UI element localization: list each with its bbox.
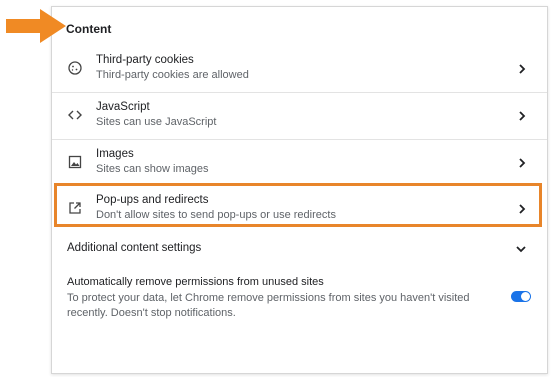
auto-remove-toggle[interactable] [511, 291, 531, 302]
row-subtitle: Don't allow sites to send pop-ups or use… [96, 209, 336, 221]
additional-content-label: Additional content settings [67, 242, 202, 254]
open-in-new-icon [67, 200, 83, 216]
toggle-knob [521, 292, 530, 301]
chevron-down-icon [515, 244, 527, 254]
chevron-right-icon [517, 156, 527, 170]
arrow-right-icon [6, 9, 66, 43]
row-title: Pop-ups and redirects [96, 194, 209, 206]
row-title: Images [96, 148, 134, 160]
cookie-icon [67, 60, 83, 76]
javascript-row[interactable]: JavaScript Sites can use JavaScript [52, 93, 547, 139]
auto-remove-description: To protect your data, let Chrome remove … [67, 292, 470, 319]
row-subtitle: Third-party cookies are allowed [96, 69, 249, 81]
row-title: Third-party cookies [96, 54, 194, 66]
section-title: Content [66, 22, 112, 36]
auto-remove-title: Automatically remove permissions from un… [67, 276, 324, 288]
code-icon [67, 107, 83, 123]
popups-redirects-row[interactable]: Pop-ups and redirects Don't allow sites … [52, 186, 547, 232]
row-subtitle: Sites can use JavaScript [96, 116, 217, 128]
chevron-right-icon [517, 109, 527, 123]
chevron-right-icon [517, 202, 527, 216]
third-party-cookies-row[interactable]: Third-party cookies Third-party cookies … [52, 46, 547, 92]
images-row[interactable]: Images Sites can show images [52, 140, 547, 186]
row-subtitle: Sites can show images [96, 163, 209, 175]
row-title: JavaScript [96, 101, 150, 113]
image-icon [67, 154, 83, 170]
chevron-right-icon [517, 62, 527, 76]
additional-content-settings[interactable]: Additional content settings [52, 236, 547, 262]
